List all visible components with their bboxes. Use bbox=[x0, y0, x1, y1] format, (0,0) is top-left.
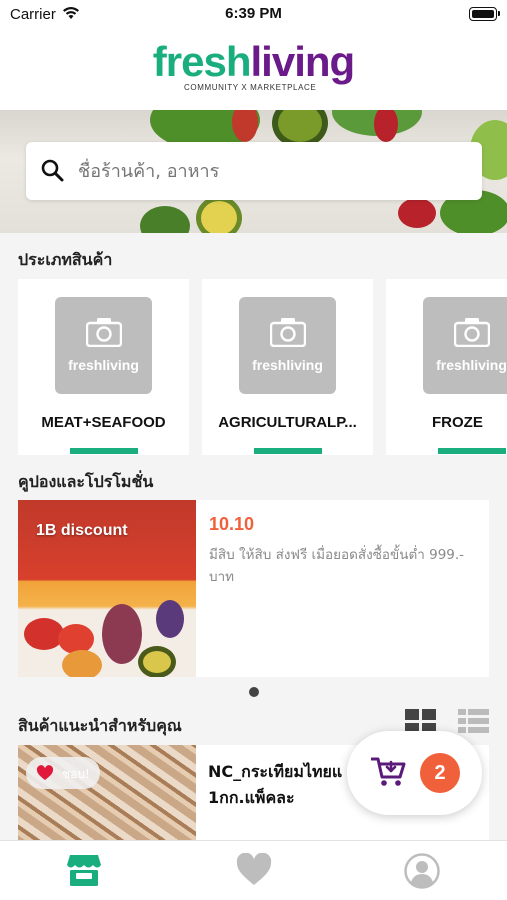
product-name-line-2: 1กก.แพ็คละ bbox=[208, 788, 295, 807]
carousel-page-indicator[interactable] bbox=[249, 687, 259, 697]
app-logo: freshliving bbox=[0, 38, 507, 86]
product-image: ชอบ! bbox=[18, 745, 196, 845]
recommended-title: สินค้าแนะนำสำหรับคุณ bbox=[18, 716, 182, 735]
coupons-title: คูปองและโปรโมชั่น bbox=[18, 472, 154, 491]
category-thumbnail: freshliving bbox=[239, 297, 336, 394]
tab-bar bbox=[0, 840, 507, 900]
cart-count-badge: 2 bbox=[420, 753, 460, 793]
favorite-badge[interactable]: ชอบ! bbox=[26, 757, 100, 789]
category-accent-bar bbox=[70, 448, 138, 454]
banner-pepper bbox=[232, 110, 258, 142]
search-bar[interactable] bbox=[26, 142, 482, 200]
category-thumbnail: freshliving bbox=[55, 297, 152, 394]
coupon-image: 1B discount bbox=[18, 500, 196, 677]
category-label: MEAT+SEAFOOD bbox=[41, 414, 166, 431]
thumbnail-placeholder-text: freshliving bbox=[252, 357, 323, 373]
coupon-image-bag bbox=[156, 600, 184, 638]
store-icon[interactable] bbox=[66, 853, 102, 887]
heart-icon[interactable] bbox=[236, 853, 272, 887]
coupon-description: มีสิบ ให้สิบ ส่งฟรี เมื่อยอดสั่งซื้อขั้น… bbox=[209, 547, 465, 585]
category-card[interactable]: freshliving MEAT+SEAFOOD bbox=[18, 279, 189, 455]
category-thumbnail: freshliving bbox=[423, 297, 507, 394]
category-carousel[interactable]: freshliving MEAT+SEAFOOD freshliving AGR… bbox=[0, 279, 507, 455]
category-accent-bar bbox=[438, 448, 506, 454]
search-input[interactable] bbox=[78, 142, 468, 200]
app-header: freshliving COMMUNITY X MARKETPLACE bbox=[0, 30, 507, 110]
coupon-title: 10.10 bbox=[209, 514, 255, 534]
banner-berry bbox=[398, 198, 436, 228]
product-name-line-1: NC_กระเทียมไทยแ bbox=[208, 762, 343, 781]
category-card[interactable]: freshliving AGRICULTURALP... bbox=[202, 279, 373, 455]
banner-pepper-2 bbox=[374, 110, 398, 142]
camera-icon bbox=[86, 318, 122, 347]
category-card[interactable]: freshliving FROZE bbox=[386, 279, 507, 455]
user-icon[interactable] bbox=[404, 853, 440, 889]
thumbnail-placeholder-text: freshliving bbox=[436, 357, 507, 373]
categories-title: ประเภทสินค้า bbox=[18, 250, 113, 269]
battery-icon bbox=[469, 7, 500, 21]
coupon-discount-label: 1B discount bbox=[36, 522, 128, 539]
cart-button[interactable]: 2 bbox=[347, 731, 482, 815]
coupon-image-food bbox=[62, 650, 102, 677]
coupon-image-avocado bbox=[138, 646, 176, 677]
category-accent-bar bbox=[254, 448, 322, 454]
logo-tagline: COMMUNITY X MARKETPLACE bbox=[184, 83, 317, 92]
banner-greens-3 bbox=[140, 206, 190, 233]
coupon-card[interactable]: 1B discount 10.10 มีสิบ ให้สิบ ส่งฟรี เม… bbox=[18, 500, 489, 677]
logo-part-fresh: fresh bbox=[152, 38, 252, 85]
camera-icon bbox=[270, 318, 306, 347]
coupon-image-sweet-potato bbox=[102, 604, 142, 664]
category-label: AGRICULTURALP... bbox=[218, 414, 357, 431]
favorite-label: ชอบ! bbox=[62, 767, 90, 781]
thumbnail-placeholder-text: freshliving bbox=[68, 357, 139, 373]
camera-icon bbox=[454, 318, 490, 347]
cart-icon bbox=[371, 757, 406, 786]
product-name: NC_กระเทียมไทยแ 1กก.แพ็คละ bbox=[208, 759, 368, 811]
banner-avocado-2 bbox=[196, 196, 242, 233]
status-bar: Carrier 6:39 PM bbox=[0, 0, 507, 30]
search-icon bbox=[41, 159, 64, 182]
list-view-icon[interactable] bbox=[458, 709, 490, 735]
hero-banner bbox=[0, 110, 507, 233]
heart-icon bbox=[36, 765, 54, 780]
category-label: FROZE bbox=[432, 414, 483, 431]
clock: 6:39 PM bbox=[225, 5, 282, 22]
logo-part-living: living bbox=[250, 38, 356, 85]
